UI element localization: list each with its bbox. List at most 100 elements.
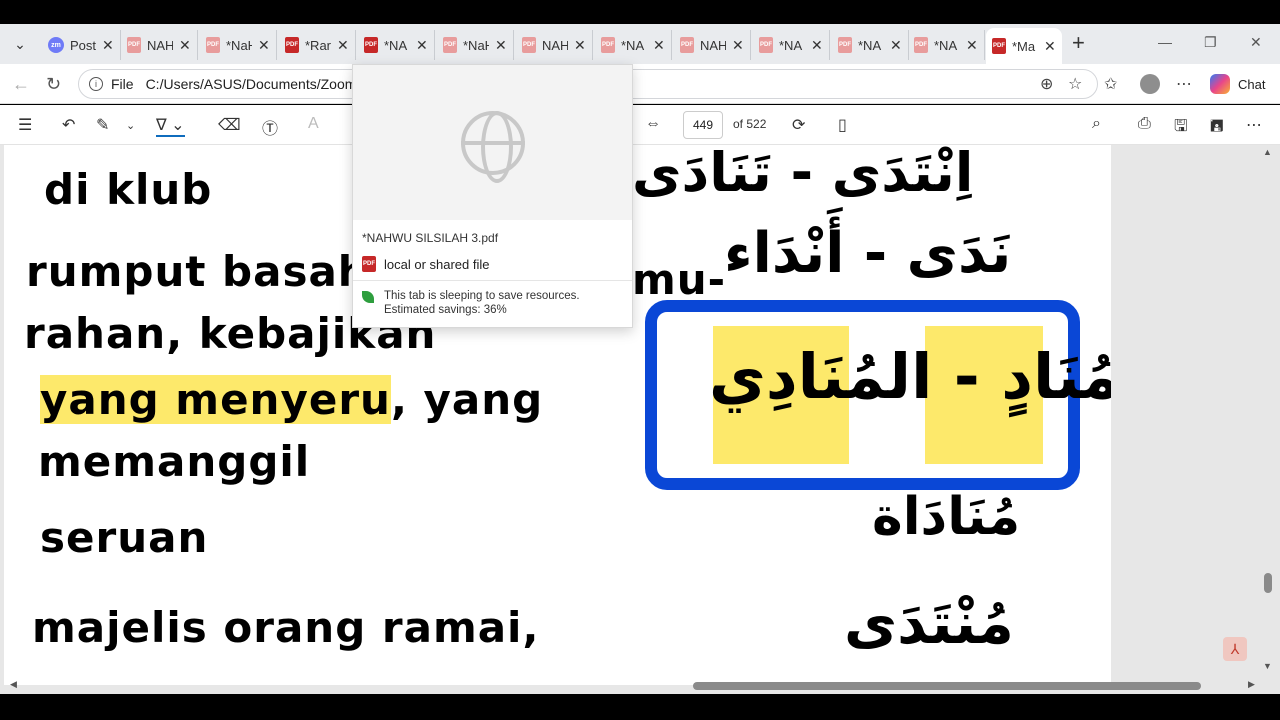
arabic-line-2: نَدَى - أَنْدَاء — [724, 221, 1012, 286]
refresh-icon[interactable]: ↻ — [46, 74, 61, 95]
scroll-thumb[interactable] — [1264, 573, 1272, 593]
restore-icon[interactable]: ❐ — [1204, 34, 1217, 51]
tab-pdf[interactable]: PDF NAH ✕ — [121, 30, 198, 60]
eraser-icon[interactable]: ⌫ — [218, 115, 241, 135]
source-label: local or shared file — [384, 256, 490, 272]
copilot-icon — [1210, 74, 1230, 94]
zoom-in-icon[interactable]: ⊕ — [1040, 74, 1053, 94]
minimize-icon[interactable]: — — [1158, 34, 1172, 50]
line-di-klub: di klub — [44, 165, 213, 214]
highlight-icon[interactable]: ✎ — [96, 115, 109, 135]
tab-label: NAH — [542, 37, 568, 53]
window-close-icon[interactable]: ✕ — [1250, 34, 1262, 51]
pdf-icon: PDF — [992, 38, 1006, 54]
tab-strip: ⌄ zm Post ✕ PDF NAH ✕ PDF *NaH ✕ PDF *Ra… — [0, 24, 1280, 64]
copilot-chat-button[interactable]: Chat — [1210, 72, 1265, 96]
sleep-line-1: This tab is sleeping to save resources. — [384, 290, 580, 302]
scroll-up-icon[interactable]: ▲ — [1263, 147, 1272, 157]
close-icon[interactable]: ✕ — [966, 37, 978, 54]
tab-pdf[interactable]: PDF *NA ✕ — [753, 30, 830, 60]
tab-pdf[interactable]: PDF *NA ✕ — [595, 30, 672, 60]
rotate-icon[interactable]: ⟳ — [792, 115, 805, 135]
scroll-down-icon[interactable]: ▼ — [1263, 661, 1272, 671]
profile-avatar[interactable] — [1140, 74, 1160, 94]
page-view-icon[interactable]: ▯ — [838, 115, 847, 135]
close-icon[interactable]: ✕ — [574, 37, 586, 54]
line-seruan: seruan — [40, 513, 209, 562]
chevron-down-icon[interactable]: ⌄ — [126, 119, 135, 132]
tab-pdf[interactable]: PDF *NaH ✕ — [200, 30, 277, 60]
pdf-icon: PDF — [680, 37, 694, 53]
pdf-icon: PDF — [601, 37, 615, 53]
draw-icon[interactable]: ∇ ⌄ — [156, 115, 185, 137]
tab-pdf-active[interactable]: PDF *Ma ✕ — [986, 28, 1062, 64]
contents-list-icon[interactable]: ☰ — [18, 115, 32, 135]
close-icon[interactable]: ✕ — [1044, 38, 1056, 55]
url-text: C:/Users/ASUS/Documents/Zoom/N — [145, 76, 371, 92]
tab-pdf[interactable]: PDF *NA ✕ — [908, 30, 985, 60]
vertical-scrollbar[interactable]: ▲ ▼ — [1262, 145, 1274, 675]
pdf-icon: PDF — [127, 37, 141, 53]
line-fragment: mu- — [632, 255, 727, 304]
undo-icon[interactable]: ↶ — [62, 115, 75, 135]
tab-label: Post — [70, 37, 96, 53]
tab-label: *Rar — [305, 37, 331, 53]
highlighted-text: yang menyeru — [40, 375, 391, 424]
pdf-viewer[interactable]: di klub rumput basah rahan, kebajikan ya… — [0, 145, 1280, 694]
info-icon[interactable]: i — [89, 77, 103, 91]
scheme-label: File — [111, 76, 134, 92]
new-tab-icon[interactable]: + — [1072, 32, 1085, 54]
favorites-icon[interactable]: ✩ — [1104, 74, 1117, 94]
leaf-icon — [362, 291, 374, 303]
tab-label: *NA — [621, 37, 645, 53]
text-box-icon[interactable]: Ⓣ — [262, 115, 278, 139]
arabic-line-3: مُنَادَاة — [872, 487, 1021, 547]
more-options-icon[interactable]: ⋯ — [1246, 115, 1262, 135]
tab-pdf[interactable]: PDF *Rar ✕ — [279, 30, 356, 60]
address-bar: ← ↻ i File C:/Users/ASUS/Documents/Zoom/… — [0, 64, 1280, 104]
close-icon[interactable]: ✕ — [179, 37, 191, 54]
close-icon[interactable]: ✕ — [890, 37, 902, 54]
tab-pdf[interactable]: PDF *NaH ✕ — [437, 30, 514, 60]
tab-pdf[interactable]: PDF NAH ✕ — [516, 30, 593, 60]
close-icon[interactable]: ✕ — [495, 37, 507, 54]
favorite-star-icon[interactable]: ☆ — [1068, 74, 1082, 94]
divider — [353, 280, 632, 281]
scroll-thumb[interactable] — [693, 682, 1201, 690]
close-icon[interactable]: ✕ — [258, 37, 270, 54]
pdf-icon: PDF — [522, 37, 536, 53]
close-icon[interactable]: ✕ — [337, 37, 349, 54]
more-menu-icon[interactable]: ⋯ — [1176, 74, 1192, 94]
read-aloud-icon[interactable]: A — [308, 115, 319, 133]
tab-pdf[interactable]: PDF NAH ✕ — [674, 30, 751, 60]
back-icon[interactable]: ← — [12, 74, 30, 95]
tab-pdf[interactable]: PDF *NA ✕ — [832, 30, 909, 60]
annotation-box[interactable]: مُنَادٍ - المُنَادِي — [645, 300, 1111, 490]
horizontal-scrollbar[interactable]: ◀ ▶ — [0, 678, 1262, 692]
acrobat-icon[interactable]: ⅄ — [1223, 637, 1247, 661]
close-icon[interactable]: ✕ — [811, 37, 823, 54]
save-as-icon[interactable]: 🖪 — [1210, 115, 1224, 142]
pdf-icon: PDF — [206, 37, 220, 53]
tab-actions-menu-icon[interactable]: ⌄ — [8, 32, 32, 56]
letterbox-top — [0, 0, 1280, 24]
tab-label: NAH — [147, 37, 173, 53]
close-icon[interactable]: ✕ — [102, 37, 114, 54]
tab-label: *NaH — [226, 37, 252, 53]
pdf-toolbar: ☰ ↶ ✎ ⌄ ∇ ⌄ ⌫ Ⓣ A ⇔ 449 of 522 ⟳ ▯ ⌕ ⎙ 🖫… — [0, 105, 1280, 145]
close-icon[interactable]: ✕ — [416, 37, 428, 54]
fit-width-icon[interactable]: ⇔ — [645, 115, 661, 133]
tab-post[interactable]: zm Post ✕ — [42, 30, 121, 60]
page-number-input[interactable]: 449 — [683, 111, 723, 139]
globe-icon — [460, 110, 525, 183]
search-icon[interactable]: ⌕ — [1092, 115, 1101, 133]
scroll-left-icon[interactable]: ◀ — [10, 679, 17, 690]
tab-pdf-hovered[interactable]: PDF *NA ✕ — [358, 30, 435, 60]
pdf-icon: PDF — [364, 37, 378, 53]
save-icon[interactable]: 🖫 — [1174, 115, 1188, 142]
close-icon[interactable]: ✕ — [653, 37, 665, 54]
letterbox-bottom — [0, 694, 1280, 720]
scroll-right-icon[interactable]: ▶ — [1248, 679, 1255, 690]
print-icon[interactable]: ⎙ — [1138, 115, 1151, 133]
close-icon[interactable]: ✕ — [732, 37, 744, 54]
